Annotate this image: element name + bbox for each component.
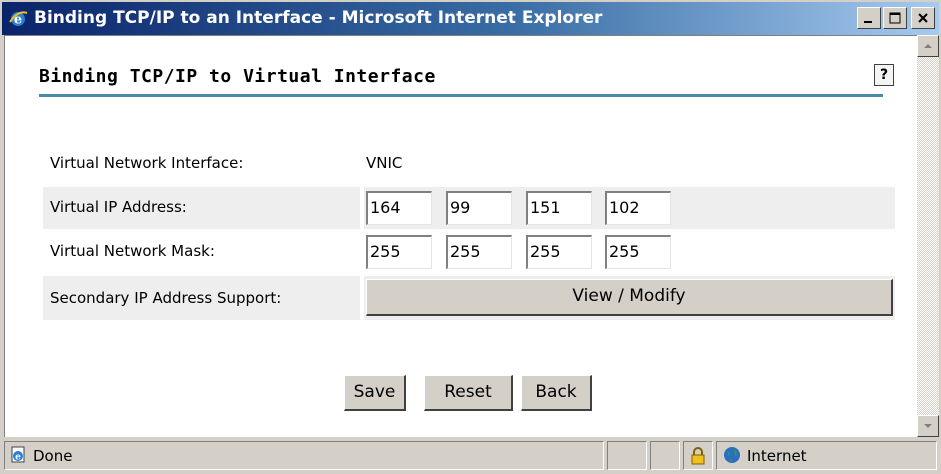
lock-icon bbox=[691, 447, 705, 465]
status-panel-empty-1 bbox=[607, 441, 647, 470]
ip-address-value-cell: 164 99 151 102 bbox=[364, 187, 895, 229]
mask-octet-4-input[interactable]: 255 bbox=[605, 235, 671, 269]
ip-address-row: Virtual IP Address: 164 99 151 102 bbox=[43, 187, 895, 229]
title-bar[interactable]: e Binding TCP/IP to an Interface - Micro… bbox=[2, 2, 939, 35]
browser-window: e Binding TCP/IP to an Interface - Micro… bbox=[0, 0, 941, 474]
status-panel-empty-2 bbox=[650, 441, 680, 470]
scroll-down-button[interactable] bbox=[917, 415, 939, 437]
vertical-scrollbar[interactable] bbox=[917, 35, 939, 437]
scroll-up-button[interactable] bbox=[917, 35, 939, 57]
interface-value-cell: VNIC bbox=[364, 143, 895, 185]
network-mask-label: Virtual Network Mask: bbox=[50, 242, 215, 260]
ip-octet-3-input[interactable]: 151 bbox=[526, 191, 592, 225]
ip-address-label: Virtual IP Address: bbox=[50, 198, 187, 216]
back-button[interactable]: Back bbox=[521, 375, 592, 411]
status-panel-lock bbox=[683, 441, 713, 470]
ip-octet-2-input[interactable]: 99 bbox=[446, 191, 512, 225]
mask-octet-3-input[interactable]: 255 bbox=[526, 235, 592, 269]
interface-label-cell: Virtual Network Interface: bbox=[43, 143, 360, 185]
status-text: Done bbox=[33, 447, 73, 465]
window-title: Binding TCP/IP to an Interface - Microso… bbox=[34, 8, 603, 28]
minimize-icon bbox=[864, 21, 872, 23]
ip-address-label-cell: Virtual IP Address: bbox=[43, 187, 360, 229]
title-divider bbox=[39, 94, 883, 97]
page-title: Binding TCP/IP to Virtual Interface bbox=[39, 66, 436, 87]
arrow-down-icon bbox=[924, 424, 932, 428]
secondary-ip-value-cell: View / Modify bbox=[364, 276, 895, 320]
network-mask-label-cell: Virtual Network Mask: bbox=[43, 231, 360, 273]
network-mask-row: Virtual Network Mask: 255 255 255 255 bbox=[43, 231, 895, 273]
maximize-button[interactable] bbox=[883, 7, 907, 29]
ip-octet-4-input[interactable]: 102 bbox=[605, 191, 671, 225]
close-button[interactable] bbox=[911, 7, 935, 29]
zone-text: Internet bbox=[747, 447, 807, 465]
ie-logo-icon: e bbox=[9, 11, 28, 28]
network-mask-value-cell: 255 255 255 255 bbox=[364, 231, 895, 273]
reset-button[interactable]: Reset bbox=[424, 375, 513, 411]
interface-row: Virtual Network Interface: VNIC bbox=[43, 143, 895, 185]
secondary-ip-label: Secondary IP Address Support: bbox=[50, 289, 282, 307]
status-zone-panel: Internet bbox=[716, 441, 937, 470]
help-icon[interactable]: ? bbox=[874, 64, 894, 86]
maximize-icon bbox=[889, 12, 901, 24]
ip-octet-1-input[interactable]: 164 bbox=[366, 191, 432, 225]
minimize-button[interactable] bbox=[857, 7, 881, 29]
arrow-up-icon bbox=[924, 44, 932, 48]
status-bar: e Done Internet bbox=[2, 439, 939, 472]
interface-value: VNIC bbox=[366, 154, 403, 172]
interface-label: Virtual Network Interface: bbox=[50, 154, 244, 172]
secondary-ip-row: Secondary IP Address Support: View / Mod… bbox=[43, 276, 895, 320]
mask-octet-1-input[interactable]: 255 bbox=[366, 235, 432, 269]
svg-text:e: e bbox=[15, 453, 21, 463]
page-done-icon: e bbox=[11, 446, 25, 463]
status-text-panel: e Done bbox=[4, 441, 604, 470]
globe-icon bbox=[724, 447, 740, 463]
close-icon bbox=[918, 13, 928, 23]
view-modify-button[interactable]: View / Modify bbox=[366, 279, 893, 316]
secondary-ip-label-cell: Secondary IP Address Support: bbox=[43, 276, 360, 320]
save-button[interactable]: Save bbox=[344, 375, 406, 411]
page-content: Binding TCP/IP to Virtual Interface ? Vi… bbox=[4, 35, 917, 437]
mask-octet-2-input[interactable]: 255 bbox=[446, 235, 512, 269]
